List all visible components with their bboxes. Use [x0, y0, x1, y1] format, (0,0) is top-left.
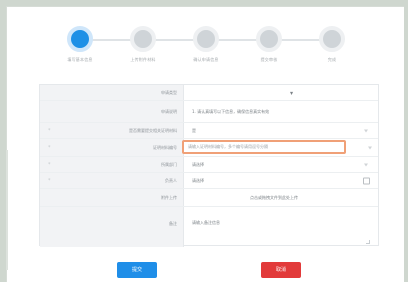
required-marker: * — [48, 144, 51, 151]
step-4[interactable]: 提交审核 — [239, 26, 299, 63]
field-label-cell: * 所属部门 — [40, 157, 184, 172]
step-label: 上传附件材料 — [130, 57, 156, 62]
form-row-department: * 所属部门 请选择 — [40, 157, 378, 173]
textarea-placeholder: 请输入备注信息 — [192, 220, 220, 225]
form-row-type: 申请类型 ▼ — [40, 85, 378, 101]
step-label: 提交审核 — [260, 57, 278, 62]
required-marker: * — [48, 127, 51, 134]
description-value: 1. 请认真填写以下信息，确保信息真实有效 — [192, 108, 270, 114]
progress-stepper: 填写基本信息 上传附件材料 确认申请信息 提交审核 完成 — [50, 26, 370, 76]
left-divider — [6, 150, 8, 270]
application-form: 申请类型 ▼ 申请说明 1. 请认真填写以下信息，确保信息真实有效 * 是否需要… — [39, 84, 379, 247]
form-row-remark: 备注 请输入备注信息 — [40, 207, 378, 247]
proof-number-input[interactable]: 请输入证明材料编号，多个编号请用逗号分隔 — [182, 140, 346, 154]
field-label: 证明材料编号 — [153, 144, 177, 150]
field-label: 申请类型 — [161, 89, 177, 95]
step-dot-icon — [67, 26, 93, 52]
form-row-attachment: 附件上传 点击或拖拽文件到此处上传 — [40, 189, 378, 207]
field-label: 附件上传 — [161, 194, 177, 200]
field-label-cell: * 负责人 — [40, 173, 184, 188]
required-marker: * — [48, 177, 51, 184]
step-dot-icon — [319, 26, 345, 52]
step-5[interactable]: 完成 — [302, 26, 362, 63]
step-3[interactable]: 确认申请信息 — [176, 26, 236, 63]
input-placeholder: 请输入证明材料编号，多个编号请用逗号分隔 — [188, 144, 268, 149]
field-label-cell: * 是否需要提交相关证明材料 — [40, 123, 184, 138]
field-label: 是否需要提交相关证明材料 — [129, 127, 177, 133]
submit-button[interactable]: 提交 — [117, 262, 157, 278]
remark-textarea[interactable]: 请输入备注信息 — [190, 210, 370, 244]
chevron-down-icon — [364, 163, 368, 166]
department-select[interactable]: 请选择 — [190, 157, 370, 172]
field-label: 申请说明 — [161, 108, 177, 114]
form-row-owner: * 负责人 请选择 — [40, 173, 378, 189]
form-row-need-proof: * 是否需要提交相关证明材料 是 — [40, 123, 378, 139]
step-1[interactable]: 填写基本信息 — [50, 26, 110, 63]
need-proof-select[interactable]: 是 — [190, 123, 370, 138]
chevron-down-icon — [364, 129, 368, 132]
step-dot-icon — [193, 26, 219, 52]
field-label-cell: 申请说明 — [40, 101, 184, 122]
field-label: 负责人 — [165, 177, 177, 183]
field-label-cell: * 证明材料编号 — [40, 139, 184, 156]
owner-select[interactable]: 请选择 — [190, 173, 370, 188]
form-row-proof-number: * 证明材料编号 请输入证明材料编号，多个编号请用逗号分隔 — [40, 139, 378, 157]
step-dot-icon — [130, 26, 156, 52]
step-label: 确认申请信息 — [193, 57, 219, 62]
form-row-description: 申请说明 1. 请认真填写以下信息，确保信息真实有效 — [40, 101, 378, 123]
field-label: 备注 — [169, 221, 177, 226]
select-value: 请选择 — [192, 177, 204, 183]
field-label-cell: 附件上传 — [40, 189, 184, 206]
attachment-upload[interactable]: 点击或拖拽文件到此处上传 — [190, 189, 370, 206]
step-label: 完成 — [327, 57, 337, 62]
upload-hint: 点击或拖拽文件到此处上传 — [250, 194, 298, 200]
checkbox-icon[interactable] — [363, 177, 370, 184]
select-value: 请选择 — [192, 161, 204, 167]
cancel-button[interactable]: 取消 — [261, 262, 301, 278]
field-label-cell: 申请类型 — [40, 85, 184, 100]
step-dot-icon — [256, 26, 282, 52]
type-select[interactable]: ▼ — [190, 85, 370, 100]
field-label-cell: 备注 — [40, 207, 184, 247]
chevron-down-icon — [368, 146, 372, 149]
field-label: 所属部门 — [161, 161, 177, 167]
description-text: 1. 请认真填写以下信息，确保信息真实有效 — [190, 101, 370, 122]
select-value: 是 — [192, 127, 196, 133]
required-marker: * — [48, 161, 51, 168]
step-2[interactable]: 上传附件材料 — [113, 26, 173, 63]
step-label: 填写基本信息 — [67, 57, 93, 62]
resize-handle-icon[interactable] — [366, 240, 370, 244]
select-value: ▼ — [290, 90, 294, 95]
